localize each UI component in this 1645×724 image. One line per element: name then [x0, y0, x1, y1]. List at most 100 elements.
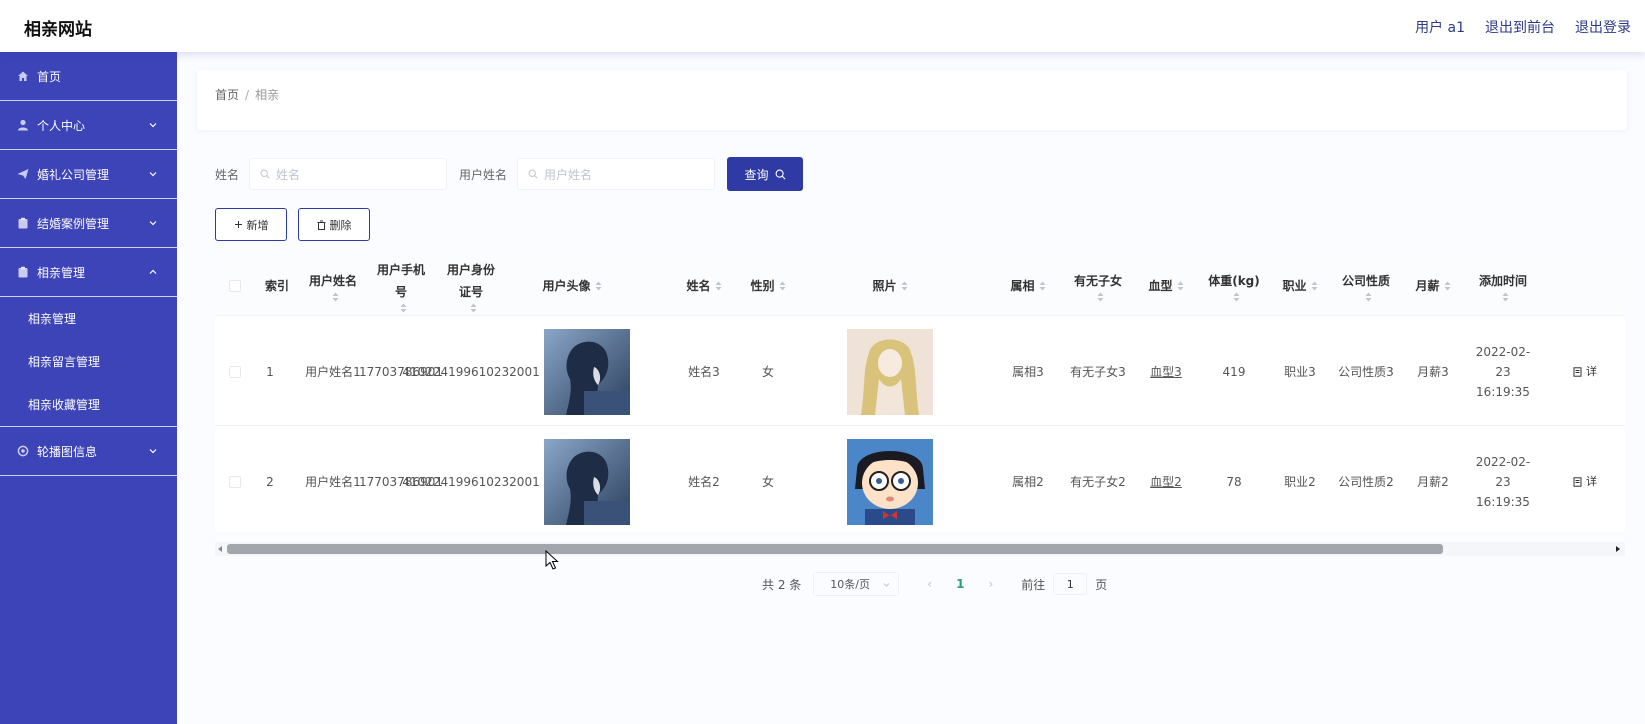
cell-salary: 月薪3 — [1417, 364, 1449, 379]
cell-company: 公司性质3 — [1338, 364, 1394, 379]
horizontal-scrollbar[interactable] — [215, 542, 1625, 556]
sidebar-item-personal-center[interactable]: 个人中心 — [0, 101, 177, 150]
col-weight[interactable]: 体重(kg) — [1199, 256, 1269, 316]
total-count: 共 2 条 — [762, 577, 802, 592]
col-phone[interactable]: 用户手机号 — [367, 256, 435, 316]
col-name-label: 姓名 — [686, 279, 711, 293]
cell-gender: 女 — [761, 474, 774, 489]
main-content: 首页 / 相亲 姓名 姓名 用户姓名 用户姓名 查询 新增 删除 索引 用户姓名… — [177, 52, 1645, 724]
row-select-cell — [221, 427, 249, 532]
cell-job: 职业3 — [1284, 364, 1316, 379]
chevron-down-icon — [149, 449, 157, 454]
col-gender[interactable]: 性别 — [736, 256, 800, 316]
col-salary[interactable]: 月薪 — [1401, 256, 1465, 316]
delete-button-label: 删除 — [329, 218, 352, 232]
col-phone-label: 用户手机号 — [376, 263, 425, 299]
cell-added: 2022-02-23 16:19:35 — [1475, 454, 1531, 509]
home-icon — [16, 70, 29, 83]
cell-username: 用户姓名1 — [305, 474, 361, 489]
goto-page-input[interactable]: 1 — [1053, 573, 1088, 595]
avatar-image[interactable] — [544, 328, 630, 415]
search-form: 姓名 姓名 用户姓名 用户姓名 查询 — [215, 156, 804, 192]
cell-index: 1 — [266, 364, 274, 379]
cell-weight: 78 — [1226, 474, 1242, 489]
sidebar-item-carousel[interactable]: 轮播图信息 — [0, 427, 177, 476]
row-checkbox[interactable] — [229, 365, 241, 378]
col-idcard[interactable]: 用户身份证号 — [435, 256, 507, 316]
cell-index: 2 — [266, 474, 274, 489]
sidebar-item-wedding-company[interactable]: 婚礼公司管理 — [0, 150, 177, 199]
next-page-icon[interactable]: › — [988, 577, 993, 591]
name-search-input[interactable]: 姓名 — [249, 158, 448, 190]
photo-image[interactable] — [847, 438, 933, 525]
col-company[interactable]: 公司性质 — [1331, 256, 1401, 316]
avatar-image[interactable] — [544, 438, 630, 525]
sidebar-item-home[interactable]: 首页 — [0, 52, 177, 101]
send-icon — [16, 168, 29, 181]
cell-actions: 详 — [1555, 427, 1615, 532]
delete-button[interactable]: 删除 — [298, 208, 370, 241]
username-search-input[interactable]: 用户姓名 — [517, 158, 716, 190]
col-company-label: 公司性质 — [1341, 274, 1390, 288]
table-header: 索引 用户姓名 用户手机号 用户身份证号 用户头像 姓名 性别 照片 属相 有无… — [215, 256, 1625, 316]
page-size-value: 10条/页 — [830, 578, 870, 591]
col-job[interactable]: 职业 — [1269, 256, 1331, 316]
goto-label: 前往 — [1021, 577, 1046, 592]
detail-button[interactable]: 详 — [1573, 472, 1597, 492]
user-icon — [16, 119, 29, 132]
sort-icon — [1177, 281, 1183, 291]
col-name[interactable]: 姓名 — [672, 256, 736, 316]
col-children[interactable]: 有无子女 — [1063, 256, 1133, 316]
add-button[interactable]: 新增 — [215, 208, 287, 241]
sidebar-item-label: 相亲管理 — [37, 265, 86, 280]
row-checkbox[interactable] — [229, 475, 241, 488]
sort-icon — [1311, 281, 1317, 291]
user-label[interactable]: 用户 a1 — [1415, 17, 1465, 37]
cell-children: 有无子女3 — [1070, 364, 1126, 379]
submenu-blind-date-manage[interactable]: 相亲管理 — [0, 297, 177, 340]
sidebar-item-blind-date[interactable]: 相亲管理 — [0, 248, 177, 297]
document-icon — [1573, 476, 1582, 487]
col-photo[interactable]: 照片 — [800, 256, 980, 316]
detail-button[interactable]: 详 — [1573, 362, 1597, 382]
trash-icon — [317, 220, 325, 230]
breadcrumb-home[interactable]: 首页 — [215, 88, 239, 102]
page-size-select[interactable]: 10条/页 — [813, 572, 900, 596]
submenu-blind-date-favorites[interactable]: 相亲收藏管理 — [0, 383, 177, 426]
sidebar-item-label: 个人中心 — [37, 118, 86, 133]
sort-icon — [779, 281, 785, 291]
sidebar-item-label: 结婚案例管理 — [37, 216, 110, 231]
sort-icon — [901, 281, 907, 291]
back-to-front-link[interactable]: 退出到前台 — [1485, 17, 1555, 37]
settings-icon — [16, 445, 29, 458]
sort-icon — [1444, 281, 1450, 291]
breadcrumb-current: 相亲 — [255, 88, 280, 102]
sidebar: 首页 个人中心 婚礼公司管理 结婚案例管理 相亲管理 相亲管理 相亲留言管理 相… — [0, 52, 177, 724]
col-zodiac[interactable]: 属相 — [993, 256, 1063, 316]
col-avatar[interactable]: 用户头像 — [507, 256, 637, 316]
photo-image[interactable] — [847, 328, 933, 415]
sort-icon — [1502, 292, 1508, 302]
col-username[interactable]: 用户姓名 — [299, 256, 367, 316]
col-added[interactable]: 添加时间 — [1465, 256, 1541, 316]
clipboard-icon — [16, 217, 29, 230]
site-title: 相亲网站 — [24, 20, 92, 40]
sort-icon — [470, 303, 476, 313]
cell-added: 2022-02-23 16:19:35 — [1475, 344, 1531, 399]
col-username-label: 用户姓名 — [309, 274, 358, 288]
sidebar-item-wedding-cases[interactable]: 结婚案例管理 — [0, 199, 177, 248]
prev-page-icon[interactable]: ‹ — [927, 577, 932, 591]
select-all-checkbox[interactable] — [229, 280, 241, 292]
col-photo-label: 照片 — [872, 279, 897, 293]
col-idcard-label: 用户身份证号 — [446, 263, 495, 299]
submenu-blind-date-messages[interactable]: 相亲留言管理 — [0, 340, 177, 383]
logout-link[interactable]: 退出登录 — [1575, 17, 1631, 37]
col-zodiac-label: 属相 — [1010, 279, 1035, 293]
clipboard-icon — [16, 266, 29, 279]
table-row: 2 用户姓名1 17703786901 410224199610232001 姓… — [215, 427, 1625, 532]
query-button[interactable]: 查询 — [727, 157, 804, 191]
col-job-label: 职业 — [1282, 279, 1307, 293]
col-blood[interactable]: 血型 — [1133, 256, 1199, 316]
cell-actions: 详 — [1555, 317, 1615, 426]
page-number[interactable]: 1 — [956, 577, 964, 591]
